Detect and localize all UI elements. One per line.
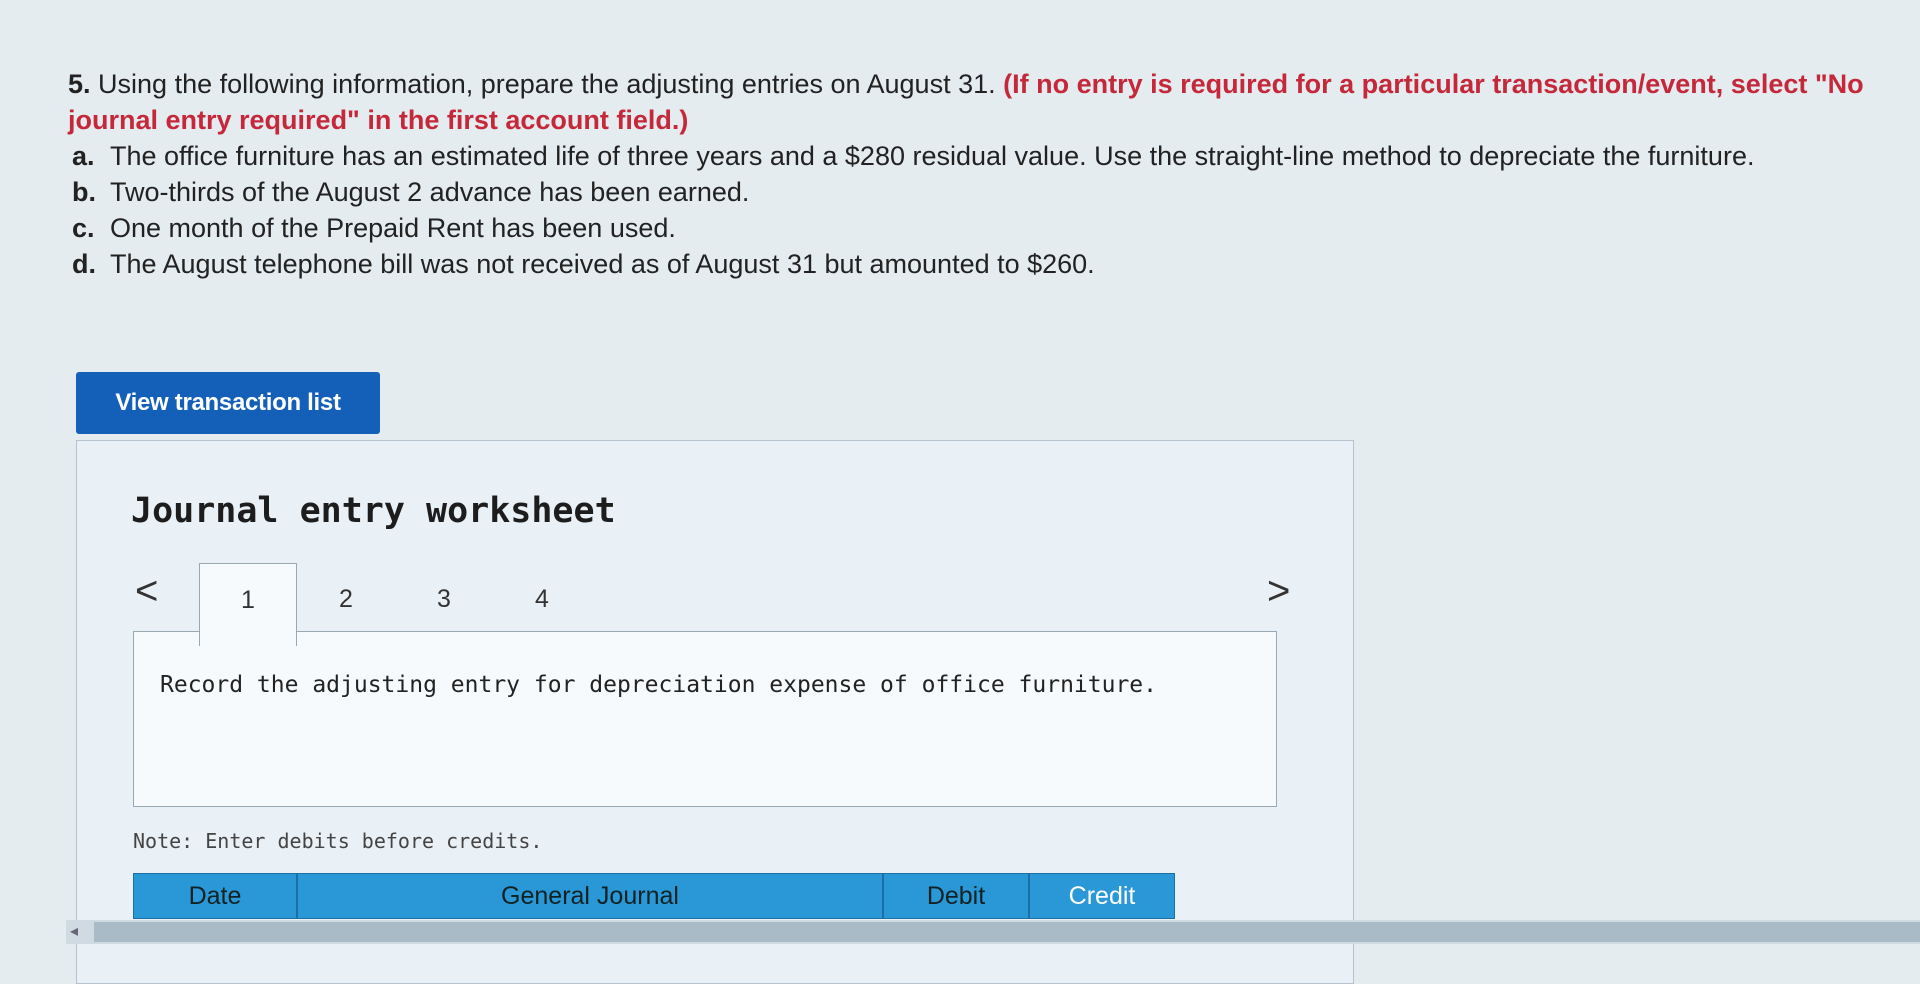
list-item: a. The office furniture has an estimated… xyxy=(68,138,1868,174)
question-number: 5. xyxy=(68,69,91,99)
question-intro: Using the following information, prepare… xyxy=(98,69,996,99)
column-header-date: Date xyxy=(133,873,297,919)
entry-note: Note: Enter debits before credits. xyxy=(133,829,543,853)
item-text: The August telephone bill was not receiv… xyxy=(110,249,1095,279)
question-items: a. The office furniture has an estimated… xyxy=(68,138,1868,282)
view-transaction-list-button[interactable]: View transaction list xyxy=(76,372,380,434)
list-item: b. Two-thirds of the August 2 advance ha… xyxy=(68,174,1868,210)
column-header-general-journal: General Journal xyxy=(297,873,883,919)
item-text: One month of the Prepaid Rent has been u… xyxy=(110,213,676,243)
list-item: d. The August telephone bill was not rec… xyxy=(68,246,1868,282)
scroll-left-icon[interactable]: ◂ xyxy=(70,920,78,944)
item-text: Two-thirds of the August 2 advance has b… xyxy=(110,177,750,207)
column-header-debit: Debit xyxy=(883,873,1029,919)
item-letter: a. xyxy=(72,141,95,171)
question-text: 5. Using the following information, prep… xyxy=(68,66,1868,282)
item-text: The office furniture has an estimated li… xyxy=(110,141,1755,171)
entry-instruction-box: Record the adjusting entry for depreciat… xyxy=(133,631,1277,807)
horizontal-scrollbar[interactable]: ◂ xyxy=(66,920,1920,944)
item-letter: c. xyxy=(72,213,95,243)
item-letter: d. xyxy=(72,249,96,279)
question-lead: 5. Using the following information, prep… xyxy=(68,66,1868,138)
column-header-credit: Credit xyxy=(1029,873,1175,919)
item-letter: b. xyxy=(72,177,96,207)
journal-entry-worksheet: Journal entry worksheet < 1 2 3 4 > Reco… xyxy=(76,440,1354,984)
entry-instruction: Record the adjusting entry for depreciat… xyxy=(160,672,1157,698)
list-item: c. One month of the Prepaid Rent has bee… xyxy=(68,210,1868,246)
previous-arrow-icon[interactable]: < xyxy=(135,569,158,614)
worksheet-title: Journal entry worksheet xyxy=(131,491,616,531)
next-arrow-icon[interactable]: > xyxy=(1267,569,1290,614)
tab-1[interactable]: 1 xyxy=(199,563,297,646)
scrollbar-thumb[interactable] xyxy=(94,922,1920,942)
journal-table-header: Date General Journal Debit Credit xyxy=(133,873,1175,919)
